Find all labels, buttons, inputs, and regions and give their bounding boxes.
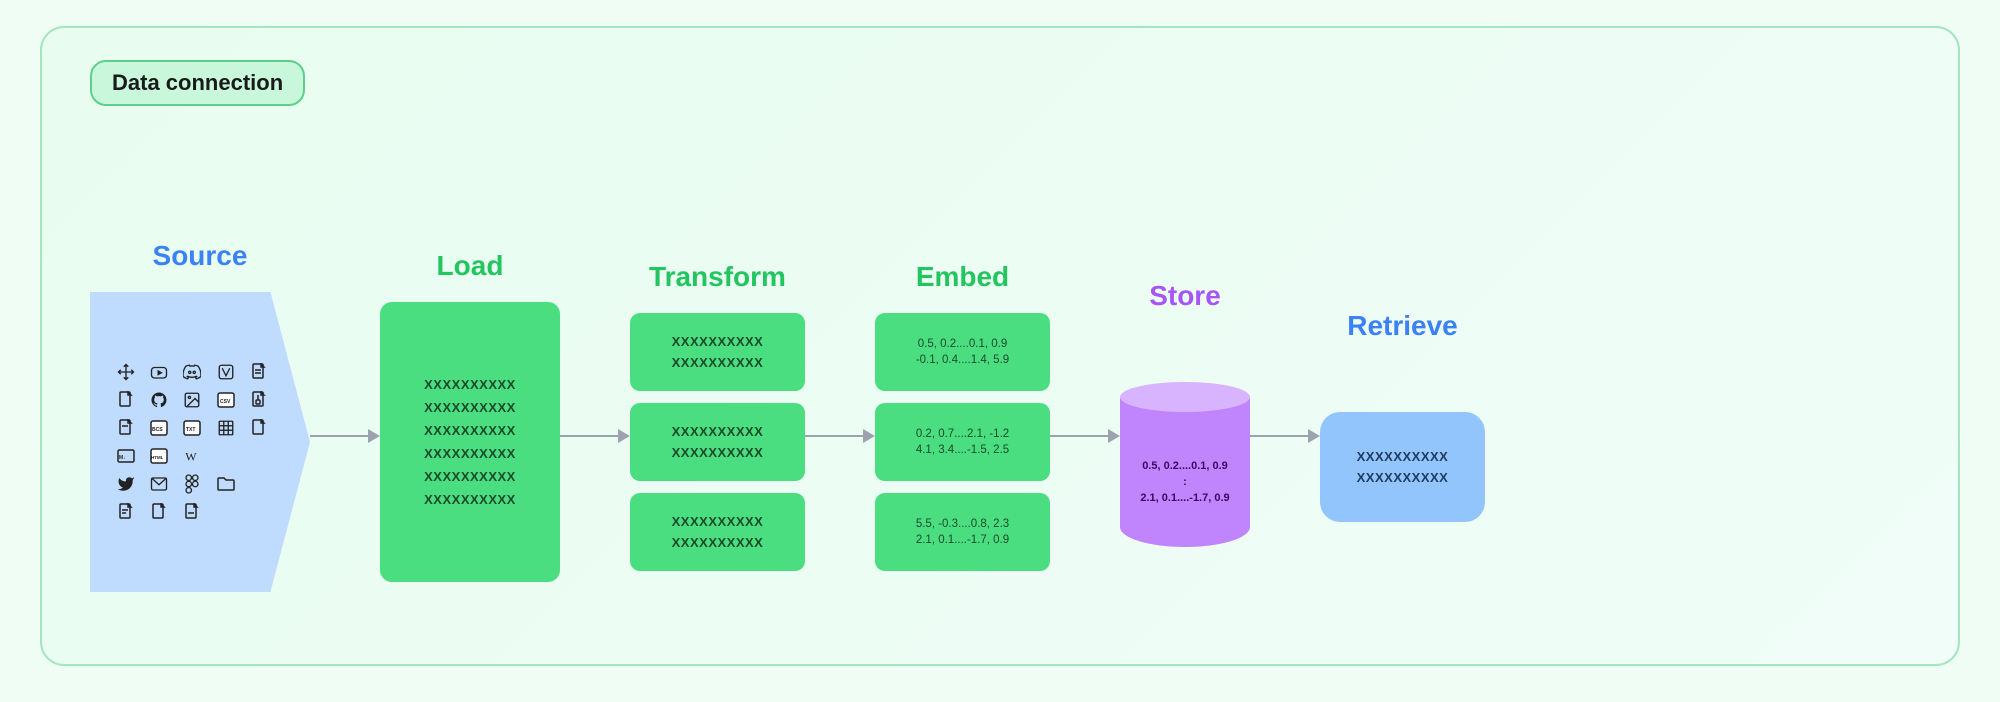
icon-image — [181, 389, 203, 411]
icon-doc7 — [181, 501, 203, 523]
main-container: Data connection Source CSV — [40, 26, 1960, 666]
arrow-load-to-transform — [560, 429, 630, 443]
icon-doc5 — [115, 501, 137, 523]
icon-wikipedia: W — [181, 445, 203, 467]
embed-box3-line1: 5.5, -0.3....0.8, 2.3 — [916, 518, 1009, 530]
embed-label: Embed — [916, 261, 1009, 293]
db-line1: 0.5, 0.2....0.1, 0.9 — [1142, 460, 1228, 472]
svg-text:TXT: TXT — [186, 427, 195, 433]
load-row-2: XXXXXXXXXX — [424, 400, 516, 415]
icon-bcs: BCS — [148, 417, 170, 439]
source-icons-grid: CSV BCS TXT M↓ HTML W — [115, 361, 275, 523]
load-box: XXXXXXXXXX XXXXXXXXXX XXXXXXXXXX XXXXXXX… — [380, 302, 560, 582]
stage-store: Store 0.5, 0.2....0.1, 0.9 : 2.1, 0.1...… — [1120, 280, 1250, 552]
transform-label: Transform — [649, 261, 786, 293]
db-line2: 2.1, 0.1....-1.7, 0.9 — [1140, 492, 1229, 504]
load-row-1: XXXXXXXXXX — [424, 377, 516, 392]
stage-transform: Transform XXXXXXXXXX XXXXXXXXXX XXXXXXXX… — [630, 261, 805, 571]
icon-github — [148, 389, 170, 411]
arrow-embed-to-store — [1050, 429, 1120, 443]
stage-retrieve: Retrieve XXXXXXXXXX XXXXXXXXXX — [1320, 310, 1485, 522]
icon-notion — [215, 361, 237, 383]
retrieve-row-1: XXXXXXXXXX — [1357, 449, 1449, 464]
pipeline-row: Source CSV BCS — [90, 130, 1910, 702]
icon-table — [215, 417, 237, 439]
icon-move — [115, 361, 137, 383]
icon-discord — [181, 361, 203, 383]
transform-box-2: XXXXXXXXXX XXXXXXXXXX — [630, 403, 805, 481]
svg-text:CSV: CSV — [220, 399, 231, 405]
transform-box1-row1: XXXXXXXXXX — [672, 334, 764, 349]
icon-doc6 — [148, 501, 170, 523]
icon-twitter — [115, 473, 137, 495]
embed-box-3: 5.5, -0.3....0.8, 2.3 2.1, 0.1....-1.7, … — [875, 493, 1050, 571]
icon-zip — [248, 389, 270, 411]
arrow-store-to-retrieve — [1250, 429, 1320, 443]
icon-folder — [215, 473, 237, 495]
icon-doc4 — [248, 417, 270, 439]
database-cylinder: 0.5, 0.2....0.1, 0.9 : 2.1, 0.1....-1.7,… — [1120, 382, 1250, 552]
icon-spacer5 — [248, 501, 270, 523]
transform-box2-row1: XXXXXXXXXX — [672, 424, 764, 439]
title-badge: Data connection — [90, 60, 305, 106]
stage-source: Source CSV BCS — [90, 240, 310, 592]
arrow-source-to-load — [310, 429, 380, 443]
arrow-transform-to-embed — [805, 429, 875, 443]
transform-box2-row2: XXXXXXXXXX — [672, 445, 764, 460]
load-row-3: XXXXXXXXXX — [424, 423, 516, 438]
icon-doc2 — [115, 389, 137, 411]
embed-box1-line1: 0.5, 0.2....0.1, 0.9 — [918, 338, 1008, 350]
svg-text:HTML: HTML — [151, 455, 164, 460]
svg-text:M↓: M↓ — [119, 455, 126, 461]
embed-box-2: 0.2, 0.7....2.1, -1.2 4.1, 3.4....-1.5, … — [875, 403, 1050, 481]
icon-txt: TXT — [181, 417, 203, 439]
transform-box3-row1: XXXXXXXXXX — [672, 514, 764, 529]
icon-spacer2 — [248, 445, 270, 467]
source-shape: CSV BCS TXT M↓ HTML W — [90, 292, 310, 592]
transform-box-3: XXXXXXXXXX XXXXXXXXXX — [630, 493, 805, 571]
icon-doc3 — [115, 417, 137, 439]
embed-box-1: 0.5, 0.2....0.1, 0.9 -0.1, 0.4....1.4, 5… — [875, 313, 1050, 391]
retrieve-row-2: XXXXXXXXXX — [1357, 470, 1449, 485]
embed-box2-line2: 4.1, 3.4....-1.5, 2.5 — [916, 444, 1009, 456]
icon-md: M↓ — [115, 445, 137, 467]
embed-box1-line2: -0.1, 0.4....1.4, 5.9 — [916, 354, 1009, 366]
icon-figma — [181, 473, 203, 495]
stage-embed: Embed 0.5, 0.2....0.1, 0.9 -0.1, 0.4....… — [875, 261, 1050, 571]
transform-box3-row2: XXXXXXXXXX — [672, 535, 764, 550]
source-label: Source — [153, 240, 248, 272]
svg-text:W: W — [186, 450, 198, 464]
embed-box3-line2: 2.1, 0.1....-1.7, 0.9 — [916, 534, 1009, 546]
store-label: Store — [1149, 280, 1221, 312]
stage-load: Load XXXXXXXXXX XXXXXXXXXX XXXXXXXXXX XX… — [380, 250, 560, 582]
db-separator: : — [1183, 476, 1187, 488]
icon-doc1 — [248, 361, 270, 383]
icon-email — [148, 473, 170, 495]
title-text: Data connection — [112, 70, 283, 95]
load-row-6: XXXXXXXXXX — [424, 492, 516, 507]
icon-csv: CSV — [215, 389, 237, 411]
svg-text:BCS: BCS — [152, 427, 163, 433]
retrieve-label: Retrieve — [1347, 310, 1458, 342]
load-row-5: XXXXXXXXXX — [424, 469, 516, 484]
retrieve-box: XXXXXXXXXX XXXXXXXXXX — [1320, 412, 1485, 522]
embed-box2-line1: 0.2, 0.7....2.1, -1.2 — [916, 428, 1009, 440]
db-top — [1120, 382, 1250, 412]
icon-spacer4 — [215, 501, 237, 523]
embed-stack: 0.5, 0.2....0.1, 0.9 -0.1, 0.4....1.4, 5… — [875, 313, 1050, 571]
transform-stack: XXXXXXXXXX XXXXXXXXXX XXXXXXXXXX XXXXXXX… — [630, 313, 805, 571]
transform-box1-row2: XXXXXXXXXX — [672, 355, 764, 370]
load-row-4: XXXXXXXXXX — [424, 446, 516, 461]
icon-spacer3 — [248, 473, 270, 495]
icon-spacer1 — [215, 445, 237, 467]
icon-html: HTML — [148, 445, 170, 467]
transform-box-1: XXXXXXXXXX XXXXXXXXXX — [630, 313, 805, 391]
load-label: Load — [437, 250, 504, 282]
icon-youtube — [148, 361, 170, 383]
db-body: 0.5, 0.2....0.1, 0.9 : 2.1, 0.1....-1.7,… — [1120, 397, 1250, 547]
